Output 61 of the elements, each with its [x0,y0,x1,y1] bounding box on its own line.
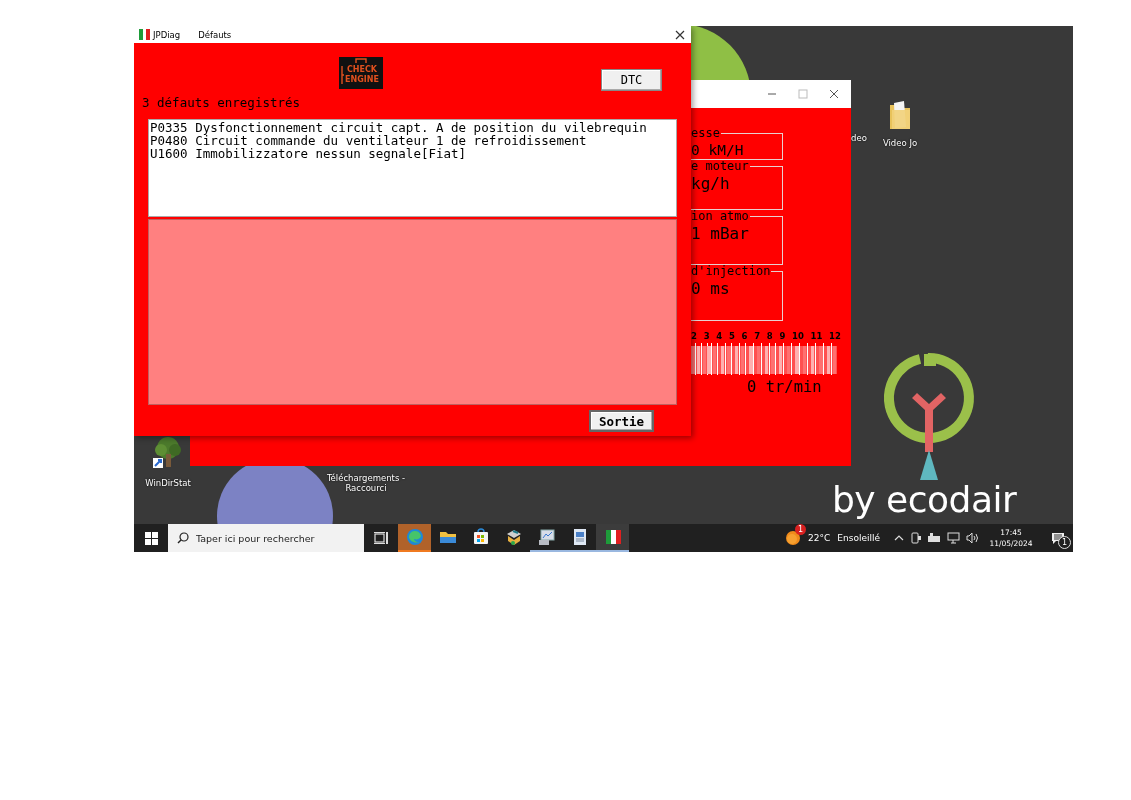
close-icon[interactable] [675,29,685,40]
camera-icon[interactable] [910,532,922,544]
weather-text: Ensoleillé [837,533,880,543]
menu-item[interactable]: Défauts [198,29,232,40]
sun-icon [785,530,802,546]
folder-icon[interactable] [889,100,911,130]
scale-label: 7 [754,331,761,341]
scale-label: 11 [810,331,823,341]
flag-icon [603,528,622,546]
fault-entry[interactable]: P0480 Circuit commande du ventilateur 1 de refroidissement [150,134,676,147]
gauge-value: 0 ms [691,280,731,298]
tree-icon[interactable] [152,436,184,468]
windows-logo-icon [144,531,158,545]
task-view-icon[interactable] [374,532,388,544]
chevron-up-icon[interactable] [894,535,904,541]
exit-button[interactable]: Sortie [589,410,654,432]
scale-label: 3 [703,331,710,341]
scale-label: 8 [766,331,773,341]
scale-label: 5 [728,331,735,341]
scale-label: 10 [792,331,804,341]
fault-entry[interactable]: U1600 Immobilizzatore nessun segnale[Fiat] [150,147,676,160]
gauge-label: esse [691,127,721,139]
gauge-value: kg/h [691,175,731,193]
gauge-label: e moteur [691,160,750,172]
icon-label[interactable]: WinDirStat [145,478,191,488]
fault-entry[interactable]: P0335 Dysfonctionnement circuit capt. A de position du vilebrequin [150,121,676,134]
flag-icon [139,29,150,40]
fault-count: 3 défauts enregistrés [142,95,302,112]
scale-label: 12 [829,331,841,341]
speaker-icon[interactable] [966,532,979,544]
gauge-label: ion atmo [691,210,750,222]
scale-label: 4 [716,331,723,341]
taskbar-button[interactable] [596,524,629,552]
close-icon[interactable] [829,89,839,99]
temperature-text: 22°C [808,533,831,543]
gauge-label: d'injection [691,265,772,277]
gauge-value: 0 kM/H [691,141,745,159]
fault-list[interactable]: P0335 Dysfonctionnement circuit capt. A de position du vilebrequin P0480 Circuit commande du ventilateur 1 de refroidissement U1600 Immobilizzatore nessun segnale[Fiat] [148,119,677,217]
battery-icon[interactable] [928,533,941,543]
weather-widget[interactable]: 1 22°C Ensoleillé [785,524,880,552]
notification-badge: 1 [795,524,807,535]
monitor-icon [537,528,556,546]
browser-icon [405,528,424,546]
icon-label[interactable]: deo [851,133,867,143]
check-engine-icon: CHECK ENGINE [339,57,383,89]
search-icon [177,532,189,544]
icon-label[interactable]: Téléchargements - Raccourci [324,473,408,493]
scale-label: 2 [691,331,697,341]
gauge-value: 1 mBar [691,225,750,243]
window-title: JPDiag [153,29,181,40]
rpm-reading: 0 tr/min [747,378,823,396]
network-icon[interactable] [947,532,960,544]
search-field[interactable]: Taper ici pour rechercher [168,524,364,552]
dtc-button[interactable]: DTC [601,69,662,91]
store-icon [471,528,490,546]
scale-label: 9 [779,331,786,341]
notification-button[interactable]: 1 [1043,524,1073,552]
icon-label[interactable]: Video Jo [882,138,918,148]
brand-text: by ecodair [832,478,1017,522]
notification-badge: 1 [1058,536,1071,549]
scale-label: 6 [741,331,748,341]
